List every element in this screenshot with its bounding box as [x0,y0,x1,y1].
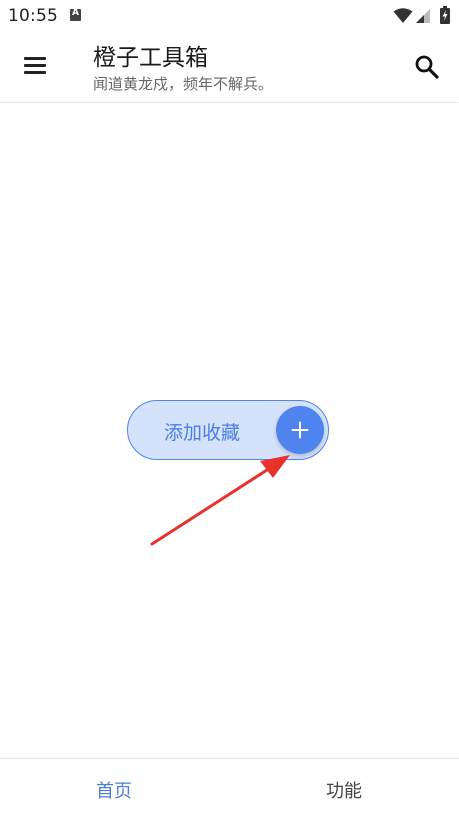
nav-tab-functions-label: 功能 [326,781,362,802]
add-favorite-label: 添加收藏 [164,422,241,444]
add-fab-button[interactable] [276,406,324,454]
bottom-navigation: 首页 功能 [0,758,459,816]
status-bar: 10:55 A [0,0,459,32]
signal-icon [416,9,430,23]
app-bar: 橙子工具箱 闻道黄龙戍，频年不解兵。 [0,32,459,103]
main-content: 添加收藏 [0,103,459,758]
a-badge-letter: A [72,8,79,18]
add-favorite-button[interactable]: 添加收藏 [127,400,329,460]
app-screen: 10:55 A 橙子工具箱 闻道黄龙戍，频年不解兵。 添加收藏 首页 功能 [0,0,459,816]
hamburger-menu-icon[interactable] [22,54,48,76]
nav-tab-home-label: 首页 [96,781,132,802]
app-subtitle: 闻道黄龙戍，频年不解兵。 [93,75,274,93]
nav-tab-home[interactable]: 首页 [0,759,229,816]
status-time: 10:55 [8,6,58,26]
search-icon[interactable] [414,54,440,80]
wifi-icon [393,8,413,23]
app-title: 橙子工具箱 [93,45,208,71]
a-badge-icon: A [70,8,81,21]
nav-tab-functions[interactable]: 功能 [229,759,459,816]
plus-icon [291,421,309,439]
battery-charging-icon [440,6,450,24]
